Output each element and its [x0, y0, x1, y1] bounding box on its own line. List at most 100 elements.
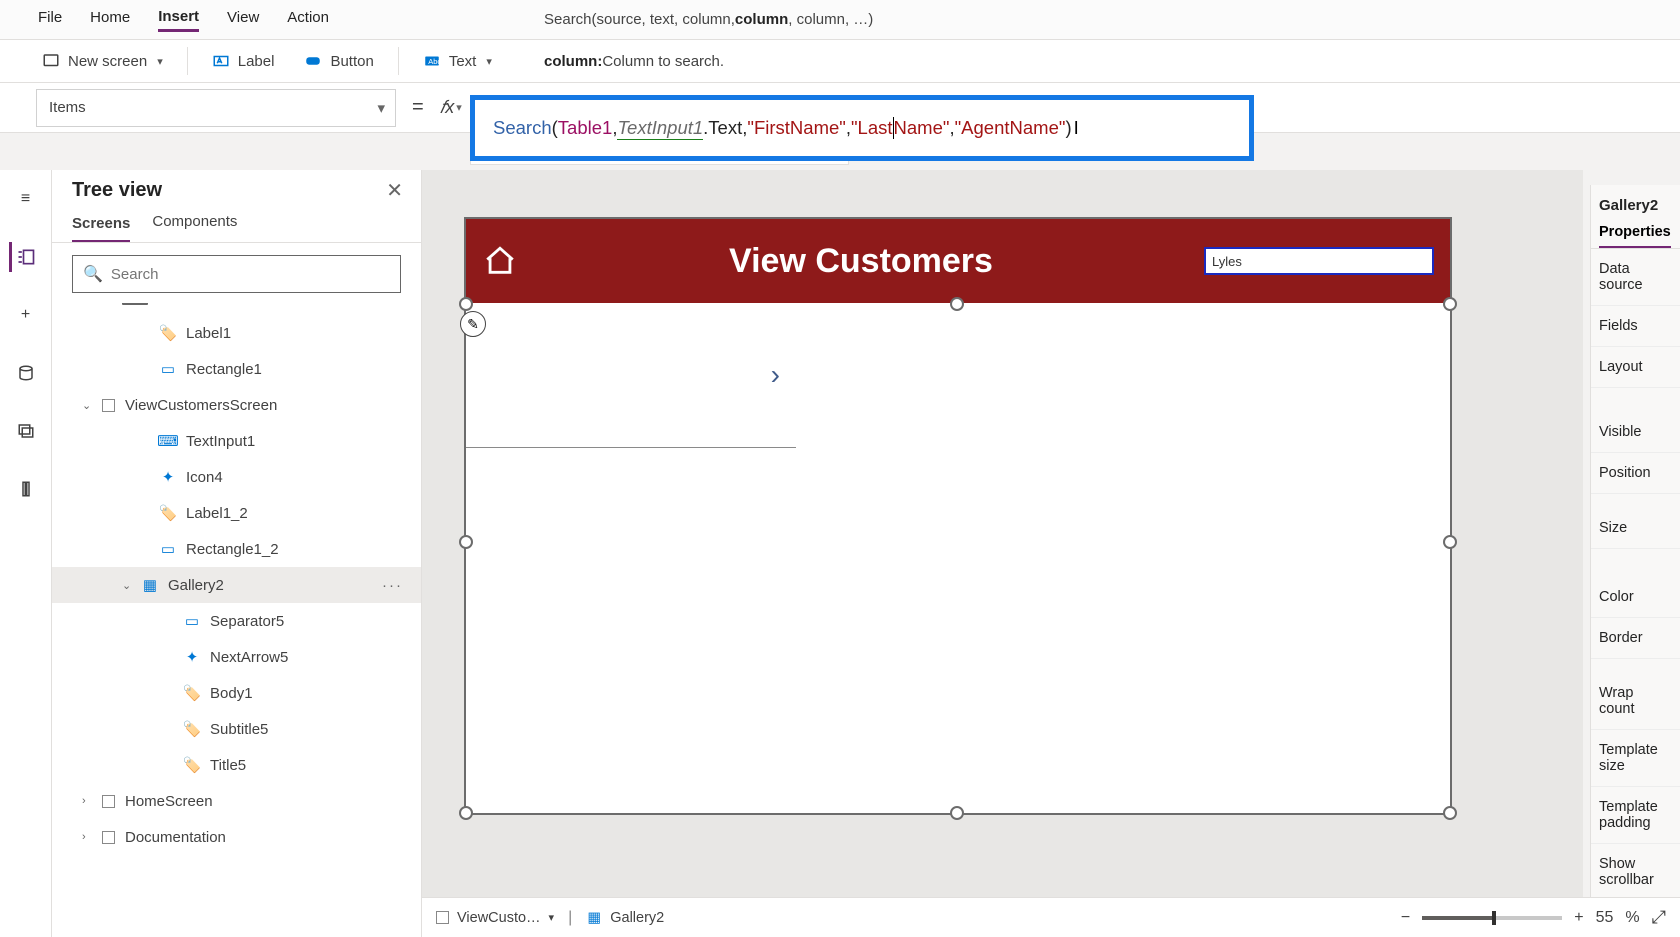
tab-components[interactable]: Components: [152, 213, 237, 242]
edit-selection-icon[interactable]: ✎: [460, 311, 486, 337]
selection-handle[interactable]: [459, 535, 473, 549]
column-hint-label: column:: [544, 53, 602, 70]
formula-arg2-right: Name": [894, 117, 950, 139]
property-selector[interactable]: Items ▾: [36, 89, 396, 127]
advanced-rail-button[interactable]: [11, 474, 41, 504]
status-bar: ViewCusto… ▾ | ▦ Gallery2 − + 55 % ⤢: [422, 897, 1680, 937]
selection-handle[interactable]: [1443, 535, 1457, 549]
fit-to-window-icon[interactable]: ⤢: [1652, 907, 1666, 928]
tab-screens[interactable]: Screens: [72, 213, 130, 242]
prop-template-padding[interactable]: Template padding: [1591, 787, 1680, 844]
formula-bar[interactable]: Search ( Table1 , TextInput1 .Text , "Fi…: [470, 95, 1254, 161]
prop-data-source[interactable]: Data source: [1591, 249, 1680, 306]
selection-handle[interactable]: [1443, 806, 1457, 820]
more-icon[interactable]: ···: [382, 577, 403, 594]
tree-item-viewcustomersscreen[interactable]: ⌄ ViewCustomersScreen: [52, 387, 421, 423]
tree-item-nextarrow5[interactable]: ✦ NextArrow5: [52, 639, 421, 675]
tree-item-separator5[interactable]: ▭ Separator5: [52, 603, 421, 639]
property-formula-row: Items ▾ = 𝑓x ▾ Search ( Table1 , TextInp…: [0, 83, 1680, 133]
hamburger-icon[interactable]: ≡: [11, 184, 41, 214]
selection-handle[interactable]: [459, 297, 473, 311]
menu-view[interactable]: View: [227, 9, 259, 30]
tree-item-title5[interactable]: 🏷️ Title5: [52, 747, 421, 783]
tree-item-subtitle5[interactable]: 🏷️ Subtitle5: [52, 711, 421, 747]
breadcrumb-screen[interactable]: ViewCusto… ▾: [436, 910, 554, 926]
close-icon[interactable]: ✕: [386, 178, 403, 203]
selection-handle[interactable]: [950, 806, 964, 820]
tree-search[interactable]: 🔍: [72, 255, 401, 293]
rectangle-icon: ▭: [160, 541, 176, 557]
menu-file[interactable]: File: [38, 9, 62, 30]
prop-layout[interactable]: Layout: [1591, 347, 1680, 388]
hint-current-arg: column: [735, 11, 788, 28]
data-rail-button[interactable]: [11, 358, 41, 388]
menu-action[interactable]: Action: [287, 9, 329, 30]
zoom-value: 55: [1596, 909, 1614, 927]
gallery-icon: ▦: [142, 577, 158, 593]
selection-handle[interactable]: [950, 297, 964, 311]
tree-item-gallery2[interactable]: ⌄ ▦ Gallery2 ···: [52, 567, 421, 603]
tree-item-documentation[interactable]: › Documentation: [52, 819, 421, 855]
menu-insert[interactable]: Insert: [158, 8, 199, 32]
prop-border[interactable]: Border: [1591, 618, 1680, 659]
prop-show-scrollbar[interactable]: Show scrollbar: [1591, 844, 1680, 901]
tree-item-label1[interactable]: 🏷️ Label1: [52, 315, 421, 351]
tree-item-label1-2[interactable]: 🏷️ Label1_2: [52, 495, 421, 531]
prop-position[interactable]: Position: [1591, 453, 1680, 494]
prop-wrap-count[interactable]: Wrap count: [1591, 673, 1680, 730]
chevron-down-icon: ▾: [549, 911, 555, 924]
zoom-out-button[interactable]: −: [1401, 909, 1410, 927]
screen-icon: [102, 795, 115, 808]
next-arrow-icon[interactable]: ›: [771, 359, 780, 391]
app-search-input[interactable]: [1204, 247, 1434, 275]
tree-search-input[interactable]: [111, 266, 390, 283]
zoom-slider[interactable]: [1422, 916, 1562, 920]
canvas[interactable]: View Customers › ✎: [422, 170, 1583, 897]
tree-item-rectangle1[interactable]: ▭ Rectangle1: [52, 351, 421, 387]
tree-item-text: Separator5: [210, 613, 284, 630]
menu-home[interactable]: Home: [90, 9, 130, 30]
insert-label-text: Label: [238, 53, 275, 70]
breadcrumb-control[interactable]: ▦ Gallery2: [586, 910, 664, 926]
tree-item-rectangle1-2[interactable]: ▭ Rectangle1_2: [52, 531, 421, 567]
tree-item-body1[interactable]: 🏷️ Body1: [52, 675, 421, 711]
prop-template-size[interactable]: Template size: [1591, 730, 1680, 787]
arrow-icon: ✦: [184, 649, 200, 665]
add-rail-button[interactable]: +: [11, 300, 41, 330]
prop-visible[interactable]: Visible: [1591, 412, 1680, 453]
label-icon: 🏷️: [160, 325, 176, 341]
chevron-right-icon[interactable]: ›: [82, 795, 92, 807]
insert-label-button[interactable]: Label: [206, 48, 281, 74]
tree-item-text: Body1: [210, 685, 253, 702]
tree-item-homescreen[interactable]: › HomeScreen: [52, 783, 421, 819]
prop-size[interactable]: Size: [1591, 508, 1680, 549]
equals-sign: =: [412, 96, 424, 119]
media-rail-button[interactable]: [11, 416, 41, 446]
selection-handle[interactable]: [1443, 297, 1457, 311]
chevron-right-icon[interactable]: ›: [82, 831, 92, 843]
formula-fn: Search: [493, 117, 552, 139]
formula-textinput-ref: TextInput1: [617, 117, 703, 140]
gallery-row[interactable]: ›: [466, 303, 796, 448]
label-icon: 🏷️: [184, 685, 200, 701]
tree-item-text: Documentation: [125, 829, 226, 846]
insert-button-button[interactable]: Button: [298, 48, 379, 74]
tree-view-rail-button[interactable]: [9, 242, 39, 272]
textinput-icon: ⌨: [160, 433, 176, 449]
app-preview[interactable]: View Customers › ✎: [466, 219, 1450, 813]
fx-icon[interactable]: 𝑓x: [440, 97, 455, 118]
app-title: View Customers: [534, 242, 1188, 281]
prop-fields[interactable]: Fields: [1591, 306, 1680, 347]
tree-item-textinput1[interactable]: ⌨ TextInput1: [52, 423, 421, 459]
chevron-down-icon[interactable]: ⌄: [122, 579, 132, 592]
zoom-in-button[interactable]: +: [1574, 909, 1583, 927]
tree-tabs: Screens Components: [52, 205, 421, 243]
prop-color[interactable]: Color: [1591, 577, 1680, 618]
tab-properties[interactable]: Properties: [1599, 224, 1671, 248]
tree-item-icon4[interactable]: ✦ Icon4: [52, 459, 421, 495]
selection-handle[interactable]: [459, 806, 473, 820]
chevron-down-icon[interactable]: ⌄: [82, 399, 92, 412]
insert-text-button[interactable]: Abc Text ▾: [417, 48, 498, 74]
new-screen-button[interactable]: New screen ▾: [36, 48, 169, 74]
home-icon[interactable]: [482, 243, 518, 279]
